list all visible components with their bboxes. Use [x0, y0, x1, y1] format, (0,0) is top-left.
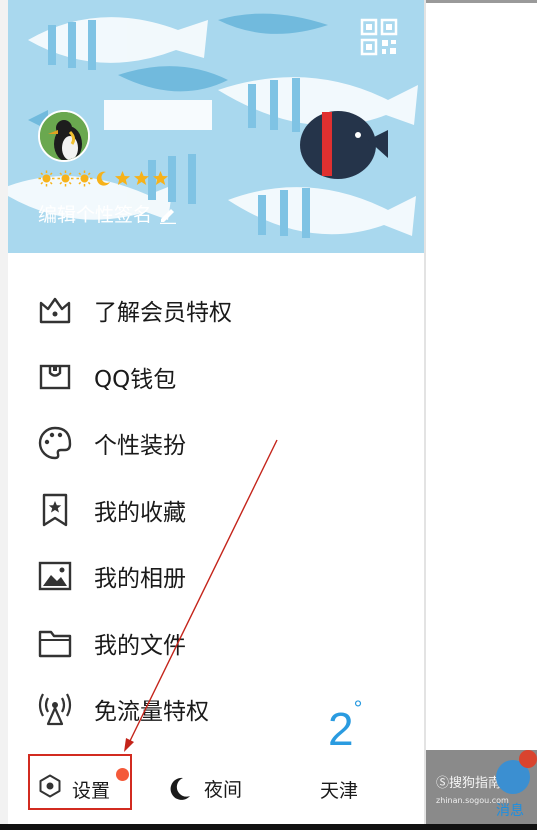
moon-icon	[96, 171, 110, 186]
menu-item-favorites[interactable]: 我的收藏	[8, 484, 424, 536]
menu-label: 免流量特权	[94, 699, 209, 725]
menu-label: 我的相册	[94, 566, 186, 592]
menu-label: 我的收藏	[94, 500, 186, 526]
night-mode-button[interactable]: 夜间	[168, 775, 242, 802]
signature-label: 编辑个性签名	[38, 204, 153, 226]
edit-signature[interactable]: 编辑个性签名	[38, 200, 178, 227]
messages-tab-label[interactable]: 消息	[496, 800, 524, 820]
menu-label: 个性装扮	[94, 433, 186, 459]
menu-item-files[interactable]: 我的文件	[8, 617, 424, 669]
moon-icon	[170, 777, 190, 800]
star-icon	[134, 171, 149, 185]
level-icons	[38, 170, 169, 190]
temperature-unit: °	[353, 696, 363, 721]
sun-icon	[57, 170, 74, 187]
qr-code-icon[interactable]	[360, 18, 398, 56]
right-pane-bottombar: Ⓢ搜狗指南 zhinan.sogou.com 消息	[426, 750, 537, 830]
menu-label: QQ钱包	[94, 367, 177, 393]
menu-item-album[interactable]: 我的相册	[8, 550, 424, 602]
palette-icon	[38, 426, 72, 460]
watermark-logo: Ⓢ搜狗指南	[436, 776, 502, 791]
sun-icon	[76, 170, 93, 187]
settings-hexagon-icon	[39, 774, 61, 798]
settings-label: 设置	[72, 780, 111, 802]
messages-badge	[519, 750, 537, 768]
menu-item-wallet[interactable]: QQ钱包	[8, 351, 424, 403]
side-drawer: 编辑个性签名 了解会员特权 QQ钱包 个性装扮 我的收藏 我的相册 我的文件 免…	[8, 0, 424, 830]
weather-temperature[interactable]: 2°	[328, 696, 362, 756]
image-icon	[38, 561, 72, 591]
wallet-icon	[39, 364, 71, 390]
weather-city[interactable]: 天津	[320, 776, 358, 803]
bookmark-star-icon	[42, 493, 68, 527]
left-border	[0, 0, 8, 830]
settings-button[interactable]: 设置	[28, 754, 132, 810]
watermark-text: 搜狗指南	[449, 776, 502, 791]
crown-icon	[39, 297, 71, 324]
pencil-icon	[160, 208, 177, 224]
avatar[interactable]	[38, 110, 90, 162]
right-pane-topbar	[426, 0, 537, 3]
folder-icon	[38, 630, 72, 658]
night-label: 夜间	[204, 779, 243, 801]
profile-header: 编辑个性签名	[8, 0, 424, 253]
temperature-value: 2	[328, 703, 354, 755]
menu-item-vip[interactable]: 了解会员特权	[8, 284, 424, 336]
menu-label: 我的文件	[94, 633, 186, 659]
menu-item-theme[interactable]: 个性装扮	[8, 417, 424, 469]
signal-icon	[38, 693, 72, 726]
system-bottom-bar	[0, 824, 537, 830]
notification-dot	[116, 768, 129, 781]
menu-label: 了解会员特权	[94, 300, 232, 326]
main-content-peek[interactable]: Ⓢ搜狗指南 zhinan.sogou.com 消息	[426, 0, 537, 830]
sun-icon	[38, 170, 55, 187]
star-icon	[115, 171, 130, 185]
star-icon	[153, 171, 168, 185]
nickname-redacted	[104, 100, 212, 130]
